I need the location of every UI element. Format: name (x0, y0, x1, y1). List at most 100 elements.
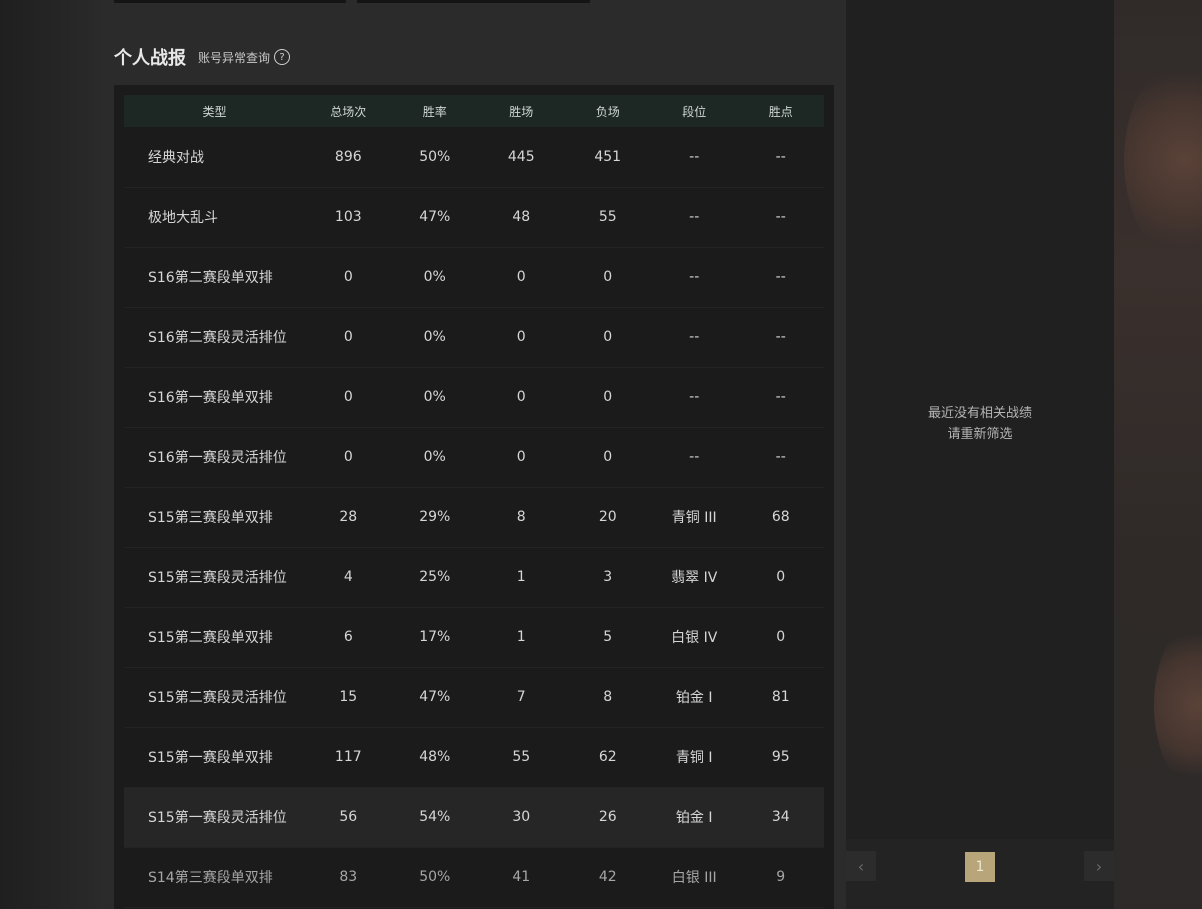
artwork-shape (1154, 620, 1202, 790)
cell-wins: 8 (516, 509, 526, 525)
cell-total: 0 (343, 329, 353, 345)
table-body: 经典对战 896 50% 445 451 -- -- 极地大乱斗 103 47% 48 55 -- -- S… (124, 127, 824, 907)
cell-total: 15 (339, 689, 358, 705)
cell-losses: 3 (603, 569, 613, 585)
background-artwork (1114, 0, 1202, 909)
table-row: S16第一赛段灵活排位 0 0% 0 0 -- -- (124, 427, 824, 487)
cell-rank: -- (689, 449, 700, 465)
cell-winrate: 0% (423, 389, 446, 405)
cell-rank: -- (689, 148, 700, 165)
table-row: S16第二赛段灵活排位 0 0% 0 0 -- -- (124, 307, 824, 367)
cell-rank: 白银 III (671, 870, 717, 886)
cell-rank: 青铜 III (671, 510, 717, 526)
cell-wins: 1 (516, 629, 526, 645)
cell-type: S15第二赛段单双排 (148, 630, 273, 646)
left-background (0, 0, 102, 909)
cell-wins: 30 (512, 809, 531, 825)
cell-wins: 1 (516, 569, 526, 585)
table-row: S15第三赛段灵活排位 4 25% 1 3 翡翠 IV 0 (124, 547, 824, 607)
cell-rank: 翡翠 IV (671, 570, 718, 586)
cell-winrate: 0% (423, 329, 446, 345)
cell-losses: 0 (603, 389, 613, 405)
header-wins: 胜场 (509, 104, 534, 119)
help-icon[interactable]: ? (274, 49, 291, 65)
cell-type: S16第二赛段单双排 (148, 270, 273, 286)
table-row: S15第一赛段单双排 117 48% 55 62 青铜 I 95 (124, 727, 824, 787)
main-panel: 个人战报 账号异常查询 ? 类型 总场次 胜率 胜场 负场 段位 胜点 经典对战… (102, 0, 846, 909)
cell-winrate: 47% (419, 209, 451, 225)
table-row: S15第三赛段单双排 28 29% 8 20 青铜 III 68 (124, 487, 824, 547)
cell-type: S16第二赛段灵活排位 (148, 330, 287, 346)
header-type: 类型 (202, 104, 227, 119)
cell-winrate: 17% (419, 629, 451, 645)
cell-lp: -- (775, 389, 786, 405)
cell-losses: 0 (603, 449, 613, 465)
table-row: S16第二赛段单双排 0 0% 0 0 -- -- (124, 247, 824, 307)
cell-losses: 62 (598, 749, 617, 765)
chevron-left-icon: ‹ (857, 856, 865, 876)
empty-state-line2: 请重新筛选 (947, 427, 1013, 442)
cell-winrate: 50% (419, 869, 451, 885)
cell-wins: 0 (516, 269, 526, 285)
top-tab-bar-right[interactable] (357, 0, 590, 3)
cell-lp: -- (775, 329, 786, 345)
table-row: 经典对战 896 50% 445 451 -- -- (124, 127, 824, 187)
cell-wins: 7 (516, 689, 526, 705)
account-abnormal-query-link[interactable]: 账号异常查询 ? (198, 49, 291, 66)
table-row: S15第二赛段灵活排位 15 47% 7 8 铂金 I 81 (124, 667, 824, 727)
stats-table: 类型 总场次 胜率 胜场 负场 段位 胜点 经典对战 896 50% 445 451 --… (124, 95, 824, 908)
chevron-right-icon: › (1095, 856, 1103, 876)
header-losses: 负场 (595, 104, 620, 119)
cell-wins: 445 (507, 148, 535, 165)
cell-rank: 青铜 I (675, 750, 713, 766)
header-rank: 段位 (682, 104, 707, 119)
cell-type: 经典对战 (148, 149, 204, 166)
cell-total: 103 (334, 209, 362, 225)
cell-rank: -- (689, 269, 700, 285)
cell-type: S15第三赛段单双排 (148, 510, 273, 526)
pager-prev-button[interactable]: ‹ (846, 851, 876, 881)
cell-winrate: 47% (419, 689, 451, 705)
header-total: 总场次 (330, 104, 367, 119)
cell-type: S15第一赛段单双排 (148, 750, 273, 766)
artwork-shape (1124, 60, 1202, 260)
cell-lp: 68 (771, 509, 790, 525)
cell-losses: 42 (598, 869, 617, 885)
cell-total: 83 (339, 869, 358, 885)
cell-lp: 0 (776, 629, 786, 645)
cell-type: S14第三赛段单双排 (148, 870, 273, 886)
empty-state-line1: 最近没有相关战绩 (927, 406, 1032, 421)
cell-wins: 41 (512, 869, 531, 885)
top-tab-bar-left[interactable] (114, 0, 346, 3)
cell-total: 0 (343, 449, 353, 465)
cell-lp: 81 (771, 689, 790, 705)
cell-rank: 铂金 I (675, 690, 713, 706)
cell-total: 6 (343, 629, 353, 645)
pager-next-button[interactable]: › (1084, 851, 1114, 881)
cell-losses: 0 (603, 269, 613, 285)
cell-lp: 95 (771, 749, 790, 765)
cell-rank: -- (689, 209, 700, 225)
cell-rank: -- (689, 329, 700, 345)
cell-winrate: 0% (423, 269, 446, 285)
cell-winrate: 48% (419, 749, 451, 765)
cell-losses: 451 (594, 148, 622, 165)
cell-winrate: 25% (419, 569, 451, 585)
cell-lp: -- (775, 269, 786, 285)
cell-type: S16第一赛段灵活排位 (148, 450, 287, 466)
cell-winrate: 29% (419, 509, 451, 525)
cell-type: S15第二赛段灵活排位 (148, 690, 287, 706)
table-row: S15第一赛段灵活排位 56 54% 30 26 铂金 I 34 (124, 787, 824, 847)
cell-total: 117 (334, 749, 362, 765)
table-row: S16第一赛段单双排 0 0% 0 0 -- -- (124, 367, 824, 427)
match-history-panel: 最近没有相关战绩 请重新筛选 (846, 0, 1114, 839)
cell-type: S16第一赛段单双排 (148, 390, 273, 406)
account-abnormal-query-label: 账号异常查询 (198, 50, 271, 65)
cell-lp: -- (775, 148, 786, 165)
cell-wins: 48 (512, 209, 531, 225)
cell-total: 0 (343, 389, 353, 405)
empty-state-message: 最近没有相关战绩 请重新筛选 (846, 403, 1114, 445)
cell-total: 0 (343, 269, 353, 285)
pager-page-button[interactable]: 1 (965, 852, 995, 882)
cell-total: 28 (339, 509, 358, 525)
